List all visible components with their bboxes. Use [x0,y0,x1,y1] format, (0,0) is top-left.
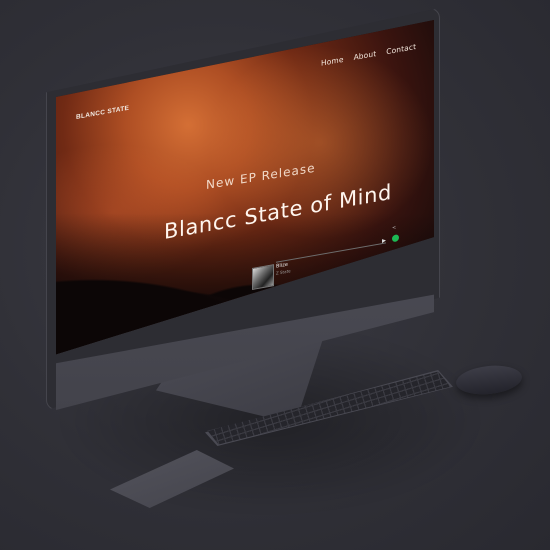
share-icon[interactable]: < [392,225,396,232]
site-nav: Home About Contact [321,42,416,68]
nav-contact-link[interactable]: Contact [386,42,416,56]
play-icon[interactable] [382,238,386,244]
site-logo[interactable]: BLANCC STATE [76,105,129,121]
player-artist: Z State [276,268,291,276]
spotify-icon[interactable] [392,234,399,243]
nav-about-link[interactable]: About [353,49,376,62]
album-art [252,264,274,290]
desktop-mockup-scene: Home About Contact BLANCC STATE New EP R… [0,0,550,550]
nav-home-link[interactable]: Home [321,55,344,68]
hero-subtitle: New EP Release [206,160,316,192]
